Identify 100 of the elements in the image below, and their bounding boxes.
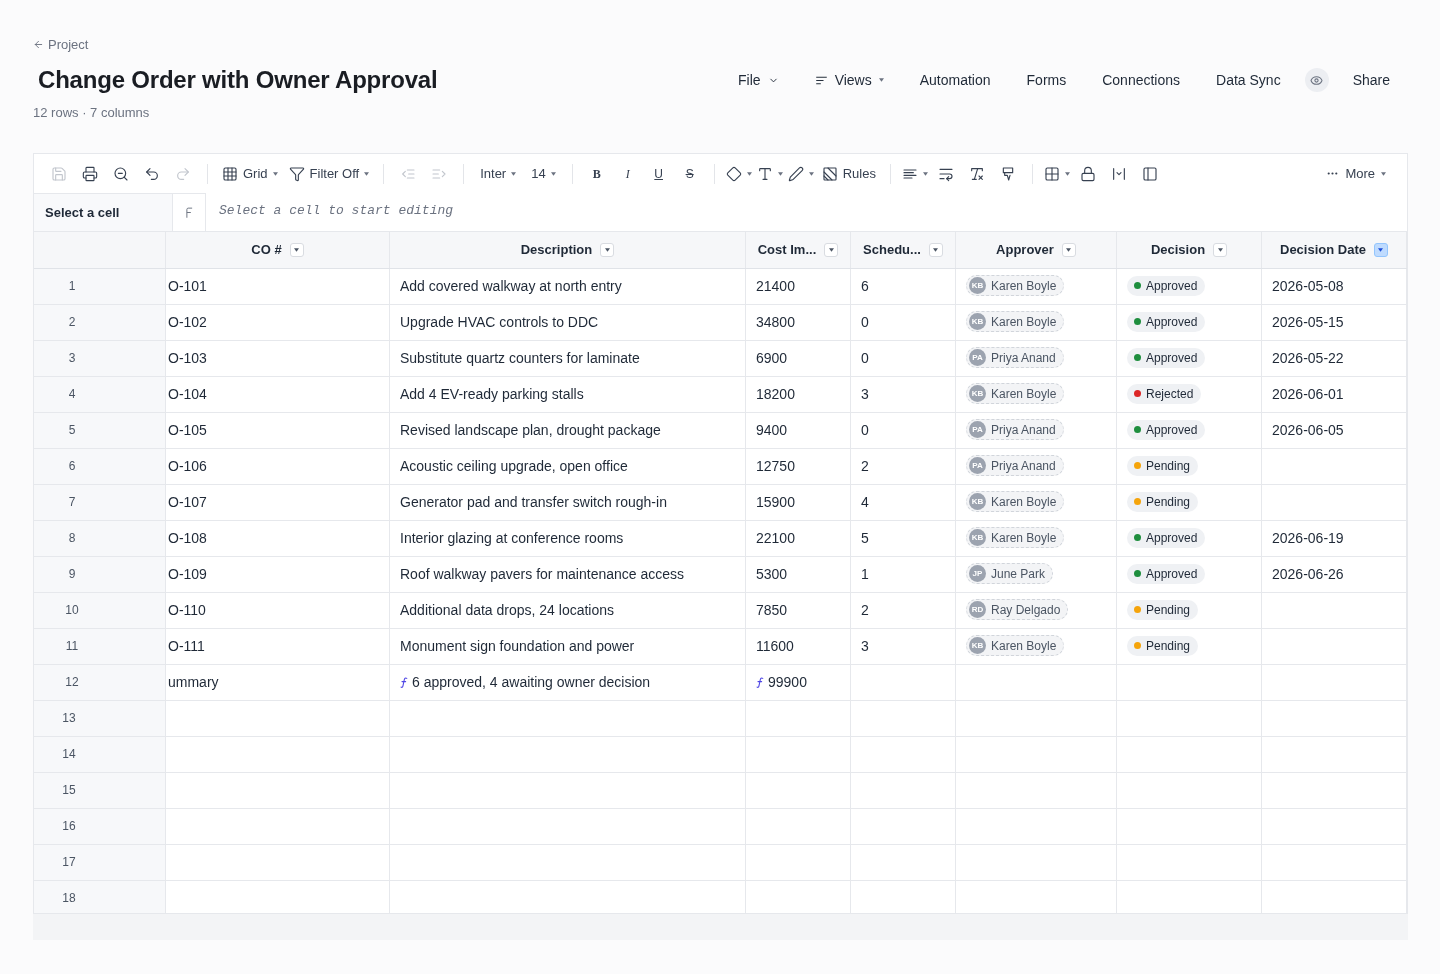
column-title: Schedu... xyxy=(863,241,921,260)
row-number: 2 xyxy=(67,313,77,331)
row-number: 11 xyxy=(64,637,80,655)
table-cell: 7850 xyxy=(746,593,851,629)
table-cell: O-110 xyxy=(166,593,390,629)
decision-label: Pending xyxy=(1146,457,1191,475)
nav-menu-item[interactable]: Data Sync xyxy=(1204,65,1293,95)
approver-name: Karen Boyle xyxy=(991,385,1057,403)
table-cell: 0 xyxy=(851,341,956,377)
column-title: Decision Date xyxy=(1280,241,1366,260)
decision-label: Approved xyxy=(1146,421,1198,439)
more-button[interactable]: More xyxy=(1320,159,1392,188)
formula-icon xyxy=(756,677,764,688)
avatar: PA xyxy=(969,421,986,438)
filter-button[interactable]: Filter Off xyxy=(284,159,374,188)
nav-menu-item[interactable]: Connections xyxy=(1090,65,1193,95)
grid-view-button[interactable]: Grid xyxy=(218,159,282,188)
row-number: 1 xyxy=(67,277,77,295)
column-title: Description xyxy=(520,241,593,260)
function-icon xyxy=(185,207,193,218)
avatar: KB xyxy=(969,493,986,510)
nav-menu-item[interactable]: File xyxy=(726,65,791,95)
table-cell: Substitute quartz counters for laminate xyxy=(390,341,746,377)
decision-label: Pending xyxy=(1146,601,1191,619)
avatar: PA xyxy=(969,457,986,474)
column-menu-button[interactable] xyxy=(928,243,943,257)
table-cell: O-106 xyxy=(166,449,390,485)
approver-name: June Park xyxy=(991,565,1046,583)
table-cell: 18200 xyxy=(746,377,851,413)
nav-menu-item[interactable]: Automation xyxy=(907,65,1003,95)
table-cell: Acoustic ceiling upgrade, open office xyxy=(390,449,746,485)
table-cell: O-103 xyxy=(166,341,390,377)
decision-label: Approved xyxy=(1146,349,1198,367)
eye-icon xyxy=(1310,73,1324,87)
font-family-button[interactable]: Inter xyxy=(474,159,523,188)
table-cell: 2026-06-26 xyxy=(1262,557,1407,593)
table-cell: 2 xyxy=(851,593,956,629)
table-cell: 3 xyxy=(851,377,956,413)
caret-icon xyxy=(808,171,814,176)
strikethrough-button[interactable]: S xyxy=(675,159,704,188)
approver-name: Karen Boyle xyxy=(991,313,1057,331)
font-size-button[interactable]: 14 xyxy=(525,159,562,188)
table-cell: O-105 xyxy=(166,413,390,449)
table-cell: 3 xyxy=(851,629,956,665)
bold-button[interactable]: B xyxy=(582,159,611,188)
table-cell: 34800 xyxy=(746,305,851,341)
row-number: 17 xyxy=(61,853,77,871)
caret-icon xyxy=(511,171,517,176)
decision-label: Pending xyxy=(1146,637,1191,655)
table-cell: 15900 xyxy=(746,485,851,521)
row-number: 8 xyxy=(67,529,77,547)
page-title: Change Order with Owner Approval xyxy=(38,65,438,95)
column-title: CO # xyxy=(251,241,282,260)
nav-menu-item[interactable]: Views xyxy=(802,65,896,95)
table-cell: Roof walkway pavers for maintenance access xyxy=(390,557,746,593)
column-menu-button[interactable] xyxy=(1061,243,1076,257)
caret-icon xyxy=(933,248,939,252)
column-menu-button[interactable] xyxy=(1374,243,1388,257)
caret-icon xyxy=(1217,248,1223,252)
grid-icon xyxy=(222,165,238,182)
table-cell: 5 xyxy=(851,521,956,557)
row-number: 5 xyxy=(67,421,77,439)
table-cell: 0 xyxy=(851,413,956,449)
underline-button[interactable]: U xyxy=(644,159,673,188)
column-menu-button[interactable] xyxy=(824,243,839,257)
table-cell: ummary xyxy=(166,665,390,701)
back-link[interactable]: Project xyxy=(33,37,89,52)
decision-label: Pending xyxy=(1146,493,1191,511)
avatar: RD xyxy=(969,601,986,618)
column-menu-button[interactable] xyxy=(1213,243,1228,257)
column-menu-button[interactable] xyxy=(600,243,615,257)
approver-name: Ray Delgado xyxy=(991,601,1061,619)
caret-icon xyxy=(272,171,278,176)
table-cell: 2026-06-05 xyxy=(1262,413,1407,449)
avatar: PA xyxy=(969,349,986,366)
table-cell: Interior glazing at conference rooms xyxy=(390,521,746,557)
nav-menu-item[interactable]: Forms xyxy=(1014,65,1079,95)
preview-button[interactable] xyxy=(1304,68,1329,92)
decision-label: Approved xyxy=(1146,565,1198,583)
caret-icon xyxy=(1381,171,1386,176)
column-menu-button[interactable] xyxy=(289,243,304,257)
approver-name: Priya Anand xyxy=(991,457,1056,475)
decision-label: Rejected xyxy=(1146,385,1194,403)
horizontal-scrollbar[interactable] xyxy=(33,914,1408,940)
table-cell: Additional data drops, 24 locations xyxy=(390,593,746,629)
share-button[interactable]: Share xyxy=(1340,65,1402,95)
avatar: KB xyxy=(969,385,986,402)
row-number: 14 xyxy=(61,745,77,763)
column-title: Decision xyxy=(1150,241,1206,260)
row-number: 7 xyxy=(67,493,77,511)
table-cell: 2026-05-15 xyxy=(1262,305,1407,341)
subtitle: 12 rows · 7 columns xyxy=(33,105,150,120)
row-number: 3 xyxy=(67,349,77,367)
formula-result: 6 approved, 4 awaiting owner decision xyxy=(412,673,651,692)
table-cell: O-101 xyxy=(166,269,390,305)
caret-icon xyxy=(777,171,783,176)
italic-button[interactable]: I xyxy=(613,159,642,188)
rules-button[interactable]: Rules xyxy=(817,159,880,188)
table-cell: O-108 xyxy=(166,521,390,557)
caret-icon xyxy=(364,171,370,176)
